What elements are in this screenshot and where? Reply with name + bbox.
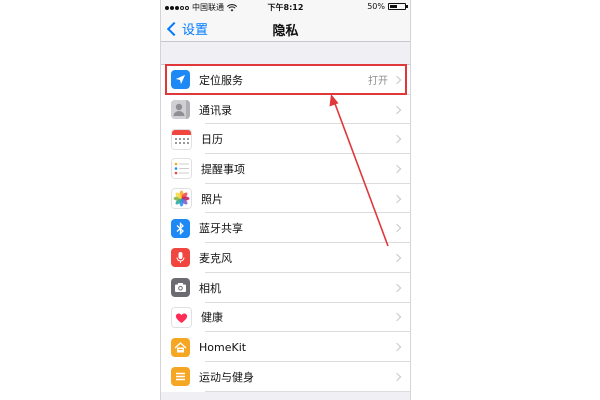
heart-icon bbox=[171, 306, 192, 328]
contacts-icon bbox=[171, 100, 190, 120]
row-label: 提醒事项 bbox=[201, 162, 245, 176]
calendar-icon bbox=[171, 128, 192, 150]
phone-screen: 中国联通 下午8:12 50% 设置 隐私 定位服务打开 通讯录 日历 提醒事项… bbox=[160, 0, 411, 400]
privacy-row-calendar[interactable]: 日历 bbox=[161, 124, 410, 155]
home-icon bbox=[171, 337, 190, 357]
row-label: HomeKit bbox=[199, 340, 247, 354]
row-label: 定位服务 bbox=[199, 73, 243, 87]
privacy-row-camera[interactable]: 相机 bbox=[161, 273, 410, 303]
privacy-row-photos[interactable]: 照片 bbox=[161, 184, 410, 214]
battery-percent: 50% bbox=[367, 2, 385, 11]
chevron-right-icon bbox=[392, 134, 402, 144]
chevron-right-icon bbox=[392, 224, 402, 233]
chevron-right-icon bbox=[392, 342, 402, 352]
privacy-row-microphone[interactable]: 麦克风 bbox=[161, 243, 410, 273]
motion-icon bbox=[171, 367, 190, 387]
chevron-right-icon bbox=[392, 372, 402, 381]
row-separator bbox=[205, 390, 410, 392]
chevron-right-icon bbox=[392, 253, 402, 263]
status-right: 50% bbox=[367, 2, 408, 11]
row-label: 照片 bbox=[201, 192, 223, 206]
screenshot-stage: 中国联通 下午8:12 50% 设置 隐私 定位服务打开 通讯录 日历 提醒事项… bbox=[0, 0, 600, 400]
privacy-row-health[interactable]: 健康 bbox=[161, 303, 410, 333]
photos-flower-icon bbox=[171, 188, 192, 210]
row-label: 运动与健身 bbox=[199, 370, 254, 384]
reminders-icon bbox=[171, 158, 192, 180]
row-detail-value: 打开 bbox=[368, 76, 388, 88]
chevron-right-icon bbox=[392, 313, 402, 322]
battery-icon bbox=[388, 3, 408, 10]
navigation-bar: 设置 隐私 bbox=[161, 14, 410, 42]
privacy-row-motion-fitness[interactable]: 运动与健身 bbox=[161, 362, 410, 392]
bluetooth-icon bbox=[171, 218, 190, 238]
row-label: 健康 bbox=[201, 311, 223, 325]
battery-fill bbox=[390, 5, 397, 8]
row-label: 蓝牙共享 bbox=[199, 222, 243, 236]
microphone-icon bbox=[171, 248, 190, 268]
status-bar: 中国联通 下午8:12 50% bbox=[161, 0, 410, 14]
privacy-list: 定位服务 打开通讯录日历提醒事项照片蓝牙共享麦克风相机健康 HomeKit 运动与健身 bbox=[161, 64, 410, 392]
privacy-row-location-services[interactable]: 定位服务 打开 bbox=[161, 65, 410, 95]
row-label: 日历 bbox=[201, 133, 223, 147]
row-label: 相机 bbox=[199, 281, 221, 295]
chevron-right-icon bbox=[392, 283, 402, 292]
row-label: 通讯录 bbox=[199, 103, 232, 117]
chevron-right-icon bbox=[392, 75, 402, 85]
camera-icon bbox=[171, 278, 190, 298]
chevron-right-icon bbox=[392, 164, 402, 174]
footer-note bbox=[171, 395, 402, 400]
row-label: 麦克风 bbox=[199, 251, 232, 265]
chevron-right-icon bbox=[392, 105, 402, 114]
privacy-row-contacts[interactable]: 通讯录 bbox=[161, 95, 410, 125]
privacy-row-reminders[interactable]: 提醒事项 bbox=[161, 154, 410, 184]
privacy-row-homekit[interactable]: HomeKit bbox=[161, 332, 410, 362]
chevron-right-icon bbox=[392, 194, 402, 203]
location-arrow-icon bbox=[171, 70, 190, 90]
page-title: 隐私 bbox=[272, 24, 299, 39]
privacy-row-bluetooth-sharing[interactable]: 蓝牙共享 bbox=[161, 213, 410, 244]
